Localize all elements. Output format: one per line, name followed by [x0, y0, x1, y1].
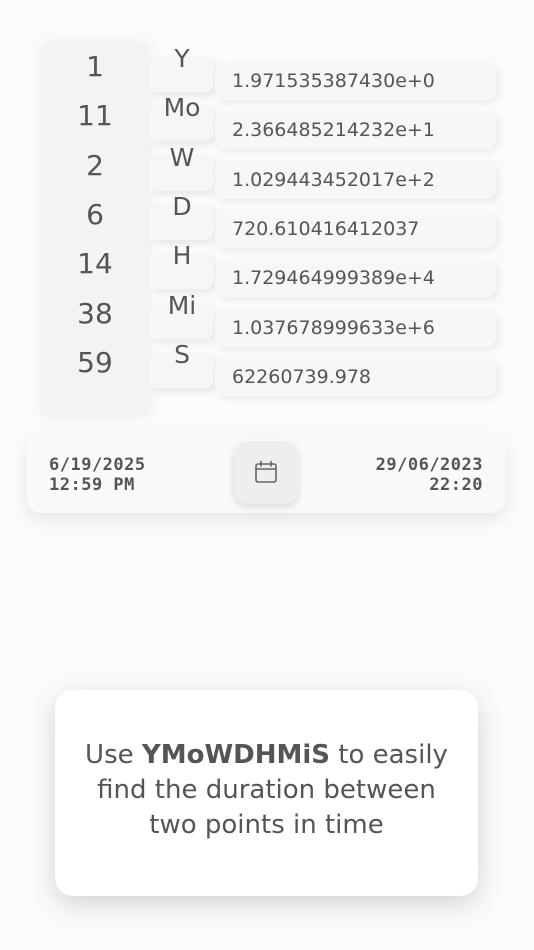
- calendar-button[interactable]: [234, 440, 298, 504]
- calendar-icon: [255, 460, 277, 483]
- duration-row-minutes: 38 Mi 1.037678999633e+6: [0, 289, 534, 347]
- duration-row-weeks: 2 W 1.029443452017e+2: [0, 141, 534, 199]
- info-line-3: two points in time: [149, 810, 384, 840]
- months-unit-label: Mo: [163, 93, 201, 122]
- years-count: 1: [86, 50, 104, 83]
- seconds-unit-tab[interactable]: S: [150, 340, 214, 388]
- hours-unit-tab[interactable]: H: [150, 241, 214, 289]
- seconds-count: 59: [77, 346, 113, 379]
- seconds-unit-label: S: [174, 340, 190, 369]
- end-time: 22:20: [429, 475, 483, 495]
- days-unit-tab[interactable]: D: [150, 192, 214, 240]
- info-suffix: to easily: [329, 740, 448, 770]
- info-message: Use YMoWDHMiS to easily find the duratio…: [65, 738, 468, 843]
- info-prefix: Use: [85, 740, 142, 770]
- minutes-unit-label: Mi: [167, 291, 197, 320]
- info-card: Use YMoWDHMiS to easily find the duratio…: [55, 690, 478, 896]
- seconds-value: 62260739.978: [215, 358, 496, 396]
- info-line-1: Use YMoWDHMiS to easily: [65, 738, 468, 773]
- end-datetime[interactable]: 29/06/2023 22:20: [376, 455, 483, 495]
- years-unit-tab[interactable]: Y: [150, 44, 214, 92]
- duration-row-seconds: 59 S 62260739.978: [0, 338, 534, 396]
- start-date: 6/19/2025: [49, 455, 146, 475]
- date-range-bar: 6/19/2025 12:59 PM 29/06/2023 22:20: [27, 435, 505, 513]
- minutes-count: 38: [77, 297, 113, 330]
- days-unit-label: D: [172, 192, 192, 221]
- start-datetime[interactable]: 6/19/2025 12:59 PM: [49, 455, 146, 495]
- start-time: 12:59 PM: [49, 475, 135, 495]
- duration-row-hours: 14 H 1.729464999389e+4: [0, 239, 534, 297]
- app-name: YMoWDHMiS: [141, 740, 330, 770]
- weeks-unit-label: W: [169, 143, 195, 172]
- hours-count: 14: [77, 247, 113, 280]
- duration-row-months: 11 Mo 2.366485214232e+1: [0, 91, 534, 149]
- years-unit-label: Y: [174, 44, 190, 73]
- duration-row-years: 1 Y 1.971535387430e+0: [0, 42, 534, 100]
- minutes-unit-tab[interactable]: Mi: [150, 291, 214, 339]
- months-count: 11: [77, 99, 113, 132]
- end-date: 29/06/2023: [375, 455, 483, 475]
- weeks-unit-tab[interactable]: W: [150, 143, 214, 191]
- weeks-count: 2: [86, 149, 104, 182]
- info-line-2: find the duration between: [97, 775, 436, 805]
- months-unit-tab[interactable]: Mo: [150, 93, 214, 141]
- days-count: 6: [86, 198, 104, 231]
- hours-unit-label: H: [172, 241, 192, 270]
- duration-row-days: 6 D 720.610416412037: [0, 190, 534, 248]
